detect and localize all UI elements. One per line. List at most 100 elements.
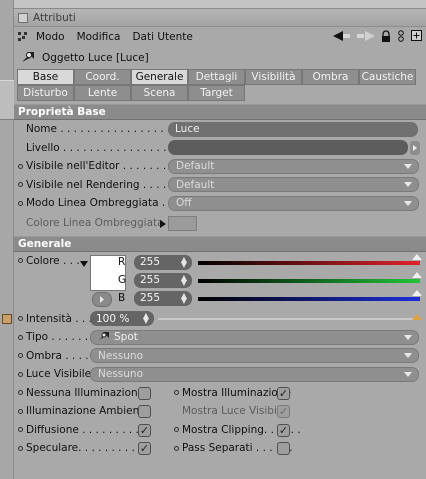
checkbox-row-1: Nessuna Illuminazione Mostra Illuminazio… — [14, 384, 426, 403]
color-label: Colore . . . — [26, 254, 80, 267]
animation-dot-icon[interactable] — [18, 163, 23, 169]
expand-arrow-icon[interactable] — [160, 219, 166, 231]
editor-visibility-row: Visibile nell'Editor . . . . . . . . Def… — [14, 157, 426, 176]
show-visible-light-label: Mostra Luce Visibile — [182, 405, 287, 418]
shade-mode-row: Modo Linea Ombreggiata . . . Off — [14, 194, 426, 213]
general-section: Generale Colore . . . R 255 ▲ ▼ G 255 ▲ ▼ — [14, 235, 426, 458]
panel-toggle-checkbox[interactable] — [18, 12, 28, 23]
tab-disturbo[interactable]: Disturbo — [17, 85, 74, 101]
tab-strip: Base Coord. Generale Dettagli Visibilità… — [14, 69, 426, 101]
b-slider-handle[interactable] — [412, 289, 422, 296]
show-illumination-label: Mostra Illuminazione — [182, 386, 291, 399]
animation-dot-icon[interactable] — [18, 445, 23, 451]
show-clipping-checkbox[interactable]: ✓ — [277, 423, 290, 437]
animation-dot-icon[interactable] — [174, 445, 179, 451]
show-visible-light-checkbox[interactable]: ✓ — [277, 405, 290, 418]
r-slider[interactable] — [198, 260, 420, 265]
shade-mode-label: Modo Linea Ombreggiata . . . — [26, 197, 179, 210]
editor-visibility-dropdown[interactable]: Default — [168, 158, 419, 174]
visible-light-row: Luce Visibile Nessuno — [14, 365, 426, 384]
tab-caustiche[interactable]: Caustiche — [359, 69, 416, 85]
separate-pass-checkbox[interactable] — [277, 442, 290, 455]
name-label: Nome . . . . . . . . . . . . . . . . . . — [26, 123, 178, 136]
menu-modo[interactable]: Modo — [36, 31, 65, 43]
layer-arrow-icon[interactable] — [410, 140, 420, 155]
color-menu-arrow-icon[interactable] — [80, 258, 88, 270]
animation-dot-icon[interactable] — [18, 200, 23, 206]
chevron-down-icon — [404, 182, 412, 188]
animation-dot-icon[interactable] — [18, 390, 23, 396]
name-input[interactable]: Luce — [168, 121, 418, 137]
tab-generale[interactable]: Generale — [131, 69, 188, 85]
r-value: 255 — [140, 256, 161, 268]
b-input[interactable]: 255 ▲ ▼ — [134, 290, 192, 306]
intensity-input[interactable]: 100 % ▲ ▼ — [90, 311, 154, 327]
shade-color-swatch[interactable] — [168, 215, 197, 231]
visible-light-dropdown[interactable]: Nessuno — [90, 366, 419, 382]
menu-modifica[interactable]: Modifica — [77, 31, 121, 43]
tab-target[interactable]: Target — [188, 85, 245, 101]
animation-dot-icon[interactable] — [18, 257, 23, 263]
no-illumination-label: Nessuna Illuminazione — [26, 386, 145, 399]
menu-dati-utente[interactable]: Dati Utente — [132, 31, 192, 43]
tab-scena[interactable]: Scena — [131, 85, 188, 101]
g-slider[interactable] — [198, 278, 420, 283]
type-dropdown[interactable]: Spot — [90, 329, 419, 345]
animation-dot-icon[interactable] — [18, 408, 23, 414]
r-input[interactable]: 255 ▲ ▼ — [134, 254, 192, 270]
tab-lente[interactable]: Lente — [74, 85, 131, 101]
tab-ombra[interactable]: Ombra — [302, 69, 359, 85]
lock-icon[interactable] — [381, 29, 391, 45]
forward-arrow-icon[interactable] — [357, 30, 375, 44]
b-slider[interactable] — [198, 296, 420, 301]
editor-visibility-label: Visibile nell'Editor . . . . . . . . — [26, 160, 173, 173]
show-illumination-checkbox[interactable]: ✓ — [277, 386, 290, 400]
tab-coord[interactable]: Coord. — [74, 69, 131, 85]
layer-label: Livello . . . . . . . . . . . . . . . . … — [26, 141, 174, 154]
tool-icon[interactable] — [2, 314, 12, 324]
b-label: B — [118, 291, 126, 304]
layer-row: Livello . . . . . . . . . . . . . . . . … — [14, 139, 426, 158]
new-panel-icon[interactable] — [411, 30, 422, 44]
tab-base[interactable]: Base — [17, 69, 74, 85]
animation-dot-icon[interactable] — [18, 316, 23, 322]
chevron-down-icon — [404, 353, 412, 359]
render-visibility-dropdown[interactable]: Default — [168, 177, 419, 193]
intensity-slider[interactable] — [158, 317, 420, 320]
ambient-illumination-checkbox[interactable] — [138, 405, 151, 418]
animation-dot-icon[interactable] — [174, 427, 179, 433]
shadow-row: Ombra . . . . . Nessuno — [14, 347, 426, 366]
intensity-label: Intensità . . . . — [26, 312, 99, 325]
link-chain-icon[interactable] — [397, 29, 405, 45]
menu-grip-icon — [18, 32, 28, 42]
animation-dot-icon[interactable] — [18, 182, 23, 188]
type-value: Spot — [114, 331, 138, 344]
tab-dettagli[interactable]: Dettagli — [188, 69, 245, 85]
chevron-down-icon — [404, 371, 412, 377]
g-input[interactable]: 255 ▲ ▼ — [134, 272, 192, 288]
r-label: R — [118, 255, 126, 268]
color-picker-button[interactable] — [92, 291, 112, 307]
intensity-slider-handle[interactable] — [412, 313, 422, 320]
animation-dot-icon[interactable] — [174, 390, 179, 396]
r-slider-handle[interactable] — [412, 253, 422, 260]
animation-dot-icon[interactable] — [18, 334, 23, 340]
no-illumination-checkbox[interactable] — [138, 386, 151, 400]
shadow-dropdown[interactable]: Nessuno — [90, 348, 419, 364]
shade-mode-dropdown[interactable]: Off — [168, 195, 419, 211]
spinner-icon[interactable]: ▲ ▼ — [181, 273, 187, 286]
diffuse-checkbox[interactable]: ✓ — [138, 423, 151, 437]
animation-dot-icon[interactable] — [18, 353, 23, 359]
b-value: 255 — [140, 292, 161, 304]
name-row: Nome . . . . . . . . . . . . . . . . . .… — [14, 120, 426, 139]
back-arrow-icon[interactable] — [333, 30, 351, 44]
animation-dot-icon[interactable] — [18, 427, 23, 433]
specular-checkbox[interactable]: ✓ — [138, 442, 151, 455]
layer-field[interactable] — [168, 140, 408, 156]
spinner-icon[interactable]: ▲ ▼ — [143, 312, 149, 325]
g-slider-handle[interactable] — [412, 271, 422, 278]
tab-visibilita[interactable]: Visibilità — [245, 69, 302, 85]
spinner-icon[interactable]: ▲ ▼ — [181, 255, 187, 268]
animation-dot-icon[interactable] — [18, 371, 23, 377]
spinner-icon[interactable]: ▲ ▼ — [181, 291, 187, 304]
